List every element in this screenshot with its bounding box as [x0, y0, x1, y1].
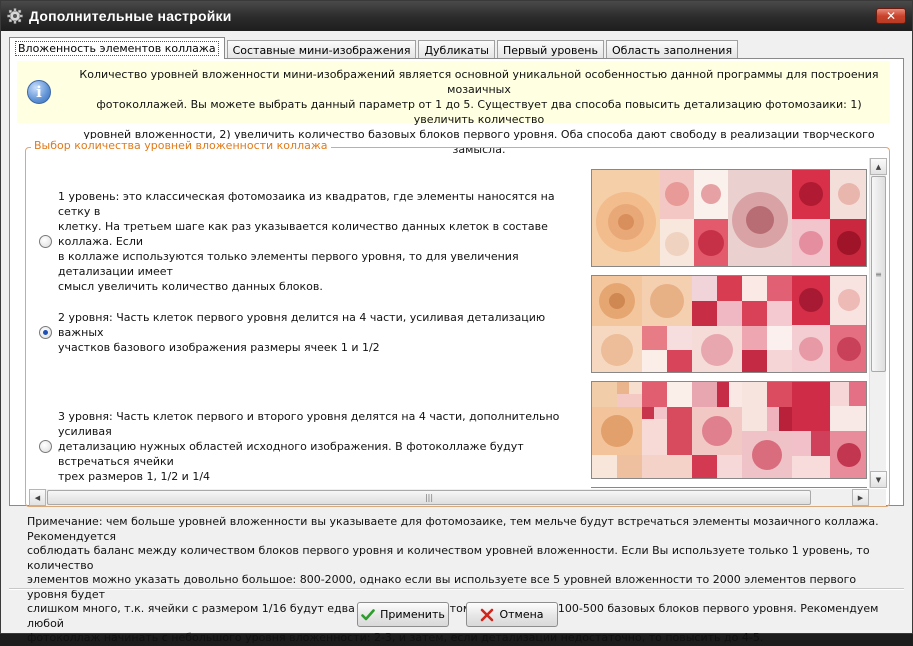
- cancel-button[interactable]: Отмена: [466, 602, 558, 627]
- info-icon: i: [27, 80, 51, 104]
- preview-image-level-3[interactable]: [591, 381, 867, 479]
- preview-image-level-2[interactable]: [591, 275, 867, 373]
- preview-image-level-4[interactable]: [591, 487, 867, 488]
- apply-button-label: Применить: [380, 608, 445, 621]
- title-bar[interactable]: Дополнительные настройки ✕: [1, 1, 912, 31]
- window-title: Дополнительные настройки: [29, 8, 232, 24]
- checkmark-icon: [361, 608, 375, 620]
- option-level-3-text: 3 уровня: Часть клеток первого и второго…: [58, 410, 560, 483]
- preview-images-area: [589, 157, 887, 488]
- scroll-up-arrow-icon[interactable]: ▲: [870, 158, 887, 175]
- cancel-button-label: Отмена: [499, 608, 544, 621]
- option-level-2[interactable]: 2 уровня: Часть клеток первого уровня де…: [39, 310, 579, 355]
- tab-fill-area[interactable]: Область заполнения: [605, 40, 739, 59]
- tab-nesting[interactable]: Вложенность элементов коллажа: [9, 37, 225, 59]
- scroll-down-arrow-icon[interactable]: ▼: [870, 471, 887, 488]
- group-title: Выбор количества уровней вложенности кол…: [31, 139, 331, 152]
- apply-button[interactable]: Применить: [357, 602, 449, 627]
- option-level-1-text: 1 уровень: это классическая фотомозаика …: [58, 190, 555, 293]
- tab-strip: Вложенность элементов коллажа Составные …: [9, 37, 740, 59]
- scroll-right-arrow-icon[interactable]: ▶: [852, 489, 869, 506]
- close-icon: ✕: [885, 9, 897, 23]
- scrollbar-corner: [869, 489, 886, 506]
- settings-dialog: Дополнительные настройки ✕ Вложенность э…: [0, 0, 913, 644]
- radio-level-2[interactable]: [39, 326, 52, 339]
- option-level-1[interactable]: 1 уровень: это классическая фотомозаика …: [39, 189, 579, 294]
- info-box: i Количество уровней вложенности мини-из…: [17, 61, 890, 156]
- scroll-left-arrow-icon[interactable]: ◀: [29, 489, 46, 506]
- tab-duplicates[interactable]: Дубликаты: [418, 40, 495, 59]
- footer-separator: [9, 588, 904, 590]
- tab-composite-thumbnails[interactable]: Составные мини-изображения: [226, 40, 417, 59]
- option-level-3[interactable]: 3 уровня: Часть клеток первого и второго…: [39, 409, 579, 484]
- preview-image-level-1[interactable]: [591, 169, 867, 267]
- vertical-scrollbar[interactable]: ▲ ≡ ▼: [869, 158, 887, 488]
- horizontal-scroll-thumb[interactable]: |||: [47, 490, 811, 505]
- vertical-scroll-thumb[interactable]: ≡: [871, 176, 886, 372]
- red-cross-icon: [481, 608, 494, 621]
- tab-first-level[interactable]: Первый уровень: [496, 40, 604, 59]
- radio-level-3[interactable]: [39, 440, 52, 453]
- option-level-2-text: 2 уровня: Часть клеток первого уровня де…: [58, 311, 546, 354]
- gear-icon: [7, 8, 23, 24]
- radio-level-1[interactable]: [39, 235, 52, 248]
- horizontal-scrollbar[interactable]: ◀ ||| ▶: [29, 489, 869, 506]
- close-button[interactable]: ✕: [876, 8, 906, 24]
- note-text: Примечание: чем больше уровней вложеннос…: [27, 515, 879, 644]
